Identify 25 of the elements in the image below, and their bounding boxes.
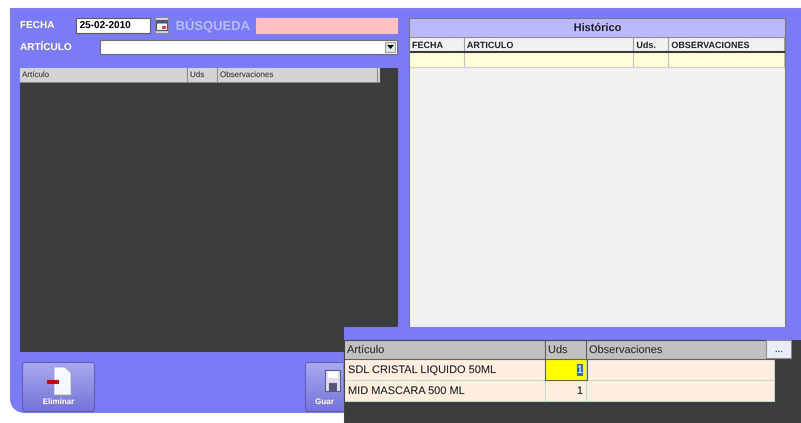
column-header: Uds. xyxy=(634,38,670,51)
calendar-icon xyxy=(156,20,168,32)
field-label: FECHA xyxy=(20,19,56,34)
calendar-button[interactable] xyxy=(154,17,169,34)
column-header: OBSERVACIONES xyxy=(669,38,785,51)
table-cell[interactable]: 1 xyxy=(546,360,587,380)
table-cell[interactable]: 1 xyxy=(546,381,587,401)
delete-button[interactable]: Eliminar xyxy=(22,362,95,412)
search-field[interactable] xyxy=(256,18,398,34)
date-field[interactable]: 25-02-2010 xyxy=(76,18,151,34)
field-label: ARTÍCULO xyxy=(20,40,73,54)
column-header: FECHA xyxy=(410,38,465,51)
column-header: Artículo xyxy=(345,341,546,359)
column-header: ARTICULO xyxy=(464,38,634,51)
column-header: Uds xyxy=(188,68,218,82)
grid-title: Histórico xyxy=(410,19,785,38)
delete-document-icon xyxy=(46,366,72,396)
field-label: BÚSQUEDA xyxy=(176,17,250,35)
column-header: Observaciones xyxy=(218,68,378,82)
table-cell: MID MASCARA 500 ML xyxy=(345,381,546,401)
article-combo[interactable] xyxy=(100,40,398,54)
dropdown-icon xyxy=(387,44,394,50)
more-button[interactable]: ... xyxy=(766,340,792,359)
column-header: Artículo xyxy=(20,68,188,82)
save-button[interactable]: Guar xyxy=(305,362,343,412)
